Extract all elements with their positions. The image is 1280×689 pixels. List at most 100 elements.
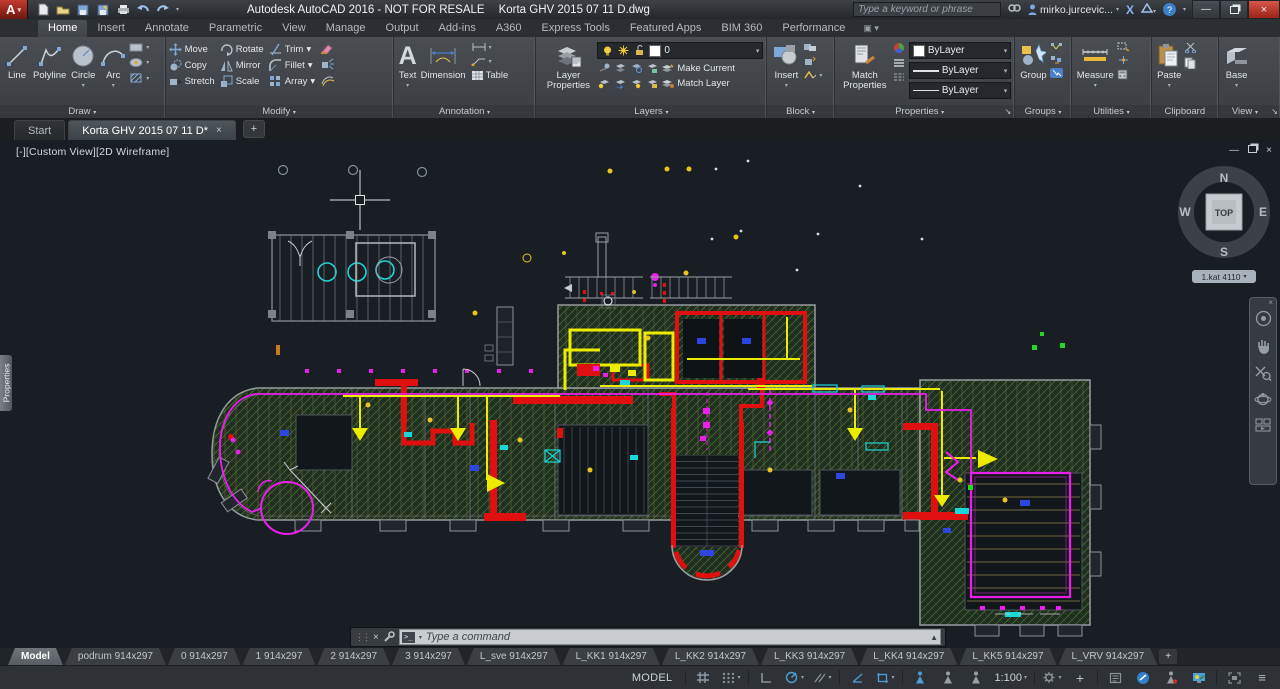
isodraft-toggle[interactable]: ▾ [809,668,835,687]
tab-express-tools[interactable]: Express Tools [532,20,620,37]
layer-unlock2-icon[interactable] [645,77,658,89]
new-drawing-tab-button[interactable]: + [242,120,265,138]
signin-user[interactable]: mirko.jurcevic... ▾ [1028,4,1119,16]
tab-bim360[interactable]: BIM 360 [711,20,772,37]
layout-tab-lsve[interactable]: L_sve 914x297 [467,648,561,665]
trim-button[interactable]: Trim ▾ [269,43,315,56]
annotation-scale-value[interactable]: 1:100 ▾ [991,668,1030,687]
panel-label-annotation[interactable]: Annotation ▾ [393,105,536,118]
panel-label-clipboard[interactable]: Clipboard [1152,105,1218,118]
viewcube-south[interactable]: S [1220,245,1228,259]
panel-label-utilities[interactable]: Utilities ▾ [1071,105,1152,118]
attributes-tool[interactable]: ▾ [803,70,822,80]
tab-featured-apps[interactable]: Featured Apps [620,20,712,37]
group-button[interactable]: Group [1018,40,1048,82]
grid-toggle[interactable] [690,668,716,687]
measure-button[interactable]: Measure ▾ [1075,40,1116,92]
object-snap-tracking-toggle[interactable] [844,668,870,687]
viewcube-west[interactable]: W [1179,205,1191,219]
quick-properties-toggle[interactable] [1102,668,1128,687]
polar-tracking-toggle[interactable]: ▾ [781,668,807,687]
layout-tab-lkk4[interactable]: L_KK4 914x297 [860,648,957,665]
viewport-controls[interactable]: [-][Custom View][2D Wireframe] [16,146,169,158]
close-button[interactable]: × [1248,0,1280,19]
panel-label-groups[interactable]: Groups ▾ [1015,105,1071,118]
redo-icon[interactable] [156,3,170,17]
snap-toggle[interactable]: ▾ [718,668,744,687]
panel-label-draw[interactable]: Draw ▾ [0,105,165,118]
cut-tool[interactable] [1184,42,1197,53]
plot-icon[interactable] [116,3,130,17]
layer-thaw-all-icon[interactable] [629,77,642,89]
arc-button[interactable]: Arc ▾ [98,40,128,92]
tab-annotate[interactable]: Annotate [135,20,199,37]
scale-button[interactable]: Scale [220,75,264,88]
command-line[interactable]: ⋮⋮ × >_ ▾ Type a command ▲ [350,627,946,647]
open-icon[interactable] [56,3,70,17]
a360-icon[interactable]: ▾ [1140,2,1156,16]
viewcube-view-pill[interactable]: 1.kat 4110 ▾ [1192,270,1256,283]
ungroup-tool[interactable] [1050,42,1063,51]
move-button[interactable]: Move [168,43,215,56]
lineweight-select[interactable]: ByLayer ▾ [908,62,1012,79]
viewcube-north[interactable]: N [1220,171,1229,185]
dimension-button[interactable]: Dimension [419,40,468,82]
tab-home[interactable]: Home [38,20,88,37]
command-expand-icon[interactable]: ▲ [930,633,938,642]
array-button[interactable]: Array ▾ [269,75,315,88]
layout-tab-model[interactable]: Model [8,648,63,665]
layer-on-all-icon[interactable] [597,77,610,89]
minimize-button[interactable]: — [1192,0,1220,19]
linetype-select[interactable]: ByLayer ▾ [908,82,1012,99]
zoom-extents-icon[interactable] [1254,365,1272,381]
layout-tab-lkk2[interactable]: L_KK2 914x297 [662,648,759,665]
object-snap-toggle[interactable]: ▾ [872,668,898,687]
tab-output[interactable]: Output [376,20,429,37]
rectangle-tool[interactable]: ▾ [129,42,149,53]
table-tool[interactable]: Table [471,70,508,81]
restore-button[interactable] [1220,0,1248,19]
fillet-button[interactable]: Fillet ▾ [268,59,315,72]
id-point-tool[interactable] [1117,55,1130,65]
command-grip-handle[interactable]: ⋮⋮ [355,632,371,643]
panel-label-properties[interactable]: Properties ▾ ↘ [834,105,1015,118]
stretch-button[interactable]: Stretch [169,75,215,88]
panel-label-layers[interactable]: Layers ▾ [536,105,767,118]
match-layer-button[interactable]: Match Layer [677,78,729,89]
layout-tab-lkk5[interactable]: L_KK5 914x297 [959,648,1056,665]
create-block-tool[interactable] [803,56,822,66]
layer-isolate-icon[interactable] [613,62,626,74]
layer-off-icon[interactable] [597,62,610,74]
leader-tool[interactable]: ▾ [471,56,509,66]
layout-tab-0[interactable]: 0 914x297 [168,648,241,665]
insert-button[interactable]: Insert ▾ [770,40,802,92]
panel-label-modify[interactable]: Modify ▾ [165,105,393,118]
explode-tool[interactable] [320,58,335,70]
make-current-button[interactable]: Make Current [677,63,735,74]
layer-select[interactable]: 0 ▾ [597,42,764,59]
group-edit-tool[interactable] [1050,55,1063,64]
pan-icon[interactable] [1255,338,1272,354]
ortho-toggle[interactable] [753,668,779,687]
saveas-icon[interactable] [96,3,110,17]
layer-freeze-icon[interactable] [629,62,642,74]
file-tab-close-icon[interactable]: × [216,125,222,136]
annotation-monitor-toggle[interactable]: + [1067,668,1093,687]
color-select[interactable]: ByLayer ▾ [908,42,1012,59]
linear-dimension-tool[interactable]: ▾ [471,42,509,52]
command-customize-icon[interactable] [383,631,395,643]
layer-properties-button[interactable]: Layer Properties [539,40,597,92]
offset-tool[interactable] [320,74,335,86]
annotation-visibility-toggle[interactable] [907,668,933,687]
graphics-performance-toggle[interactable] [1186,668,1212,687]
tab-insert[interactable]: Insert [87,20,135,37]
tab-addins[interactable]: Add-ins [429,20,486,37]
properties-palette-tab[interactable]: Properties [0,355,12,411]
layout-tab-podrum[interactable]: podrum 914x297 [65,648,166,665]
floor-plan-drawing[interactable] [0,140,1280,648]
erase-tool[interactable] [320,42,335,54]
file-tab-start[interactable]: Start [14,120,66,140]
workspace-switcher[interactable]: ▾ [1039,668,1065,687]
layout-tab-lvrv[interactable]: L_VRV 914x297 [1059,648,1158,665]
drawing-close-icon[interactable]: × [1266,145,1272,156]
